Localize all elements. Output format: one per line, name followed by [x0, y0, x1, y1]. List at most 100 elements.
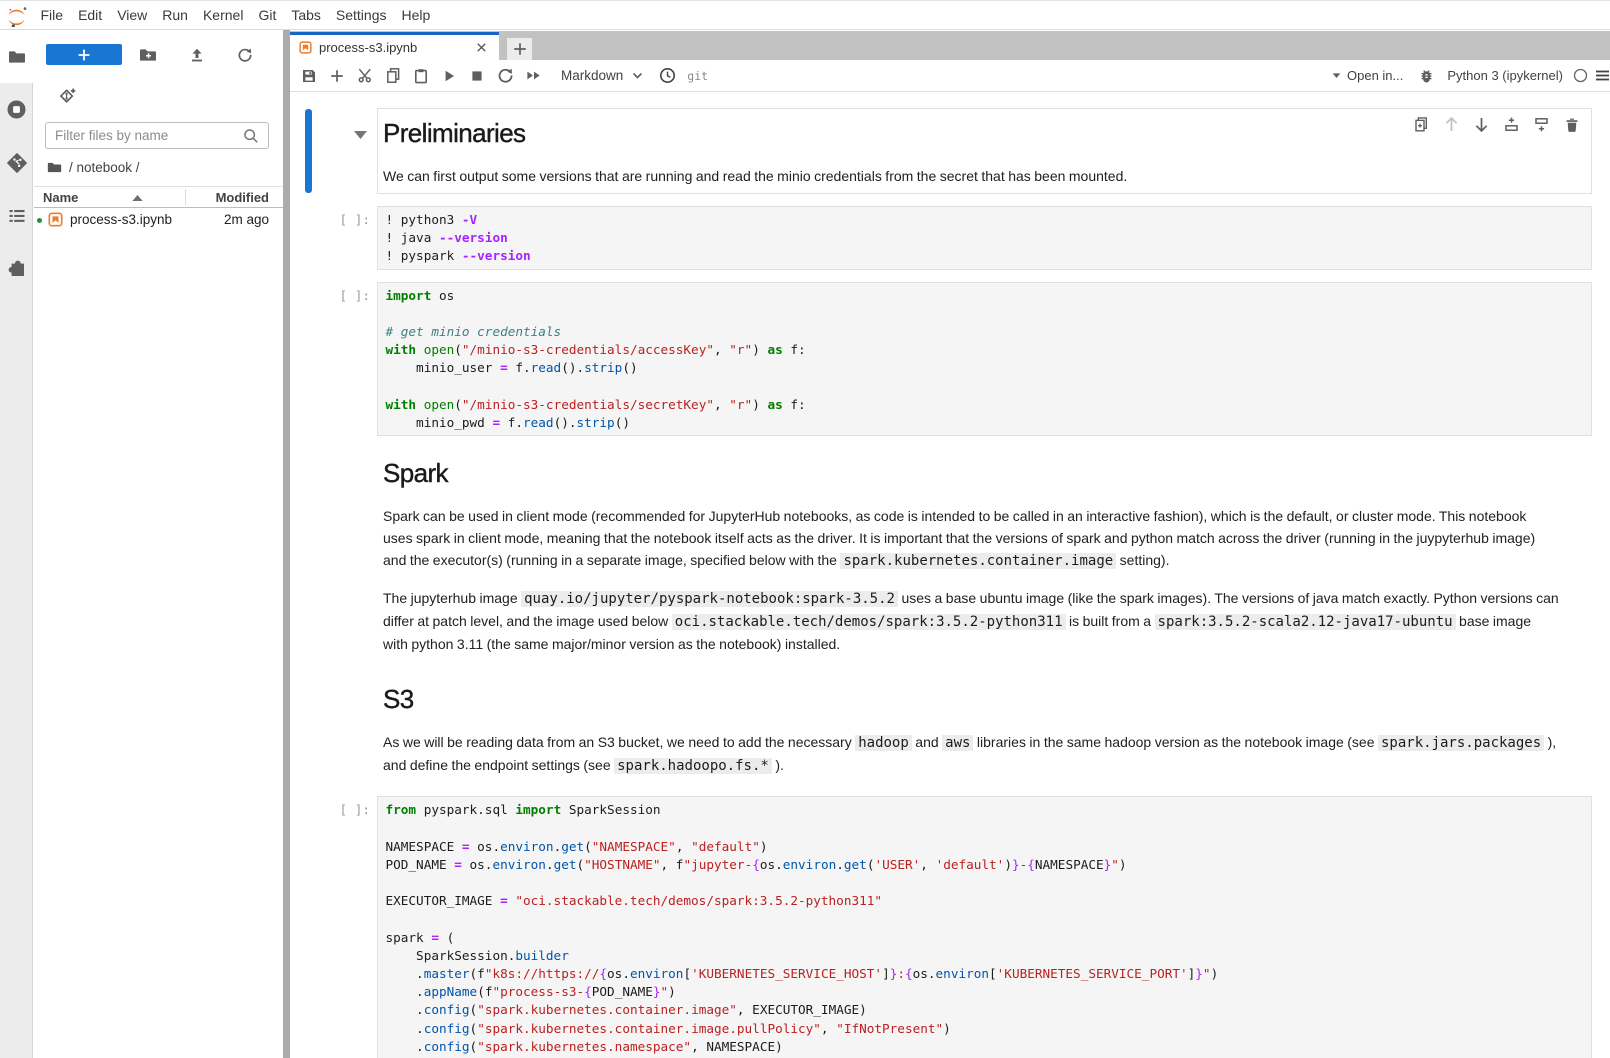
file-filter-box	[45, 122, 269, 149]
close-icon[interactable]	[475, 41, 488, 54]
new-launcher-button[interactable]	[46, 44, 122, 65]
cut-cells-button[interactable]	[351, 64, 379, 88]
new-folder-button[interactable]	[134, 45, 162, 65]
menu-item-tabs[interactable]: Tabs	[284, 1, 329, 29]
cell-prompt	[290, 108, 370, 113]
insert-below-icon	[1533, 116, 1550, 133]
chevron-down-icon	[631, 69, 644, 82]
menu-item-view[interactable]: View	[110, 1, 155, 29]
restart-icon	[497, 67, 514, 84]
code-cell-editor[interactable]: from pyspark.sql import SparkSession NAM…	[377, 796, 1592, 1058]
code-line: .appName(f"process-s3-{POD_NAME}")	[386, 983, 1592, 1001]
run-cell-button[interactable]	[435, 64, 463, 88]
git-clone-button[interactable]	[53, 86, 81, 106]
code-cell[interactable]: [ ]:from pyspark.sql import SparkSession…	[290, 796, 1610, 1058]
cell-prompt: [ ]:	[290, 206, 370, 229]
file-name: process-s3.ipynb	[70, 212, 172, 227]
run-icon	[441, 68, 457, 84]
sidebar-tab-extension-manager[interactable]	[0, 242, 33, 295]
file-modified: 2m ago	[224, 212, 269, 227]
jupyter-logo-icon	[0, 1, 33, 29]
sidebar-tab-running-terminals-and-kernels[interactable]	[0, 83, 33, 136]
sidebar-tab-git[interactable]	[0, 136, 33, 189]
code-line: ! pyspark --version	[386, 247, 1592, 265]
markdown-cell[interactable]: SparkSpark can be used in client mode (r…	[290, 448, 1610, 662]
menu-item-file[interactable]: File	[33, 1, 71, 29]
sidebar-tab-table-of-contents[interactable]	[0, 189, 33, 242]
refresh-button[interactable]	[231, 45, 259, 65]
debugger-button[interactable]	[1412, 64, 1440, 88]
menu-item-settings[interactable]: Settings	[328, 1, 394, 29]
sidebar-splitter[interactable]	[283, 30, 290, 1058]
menu-item-help[interactable]: Help	[394, 1, 438, 29]
save-button[interactable]	[295, 64, 323, 88]
menu-item-run[interactable]: Run	[155, 1, 196, 29]
kernel-name[interactable]: Python 3 (ipykernel)	[1447, 68, 1563, 83]
duplicate-cell-button[interactable]	[1413, 116, 1430, 133]
insert-cell-above-button[interactable]	[1503, 116, 1520, 133]
cell-toolbar	[1411, 115, 1582, 134]
code-line	[386, 305, 1592, 323]
markdown-cell[interactable]: S3As we will be reading data from an S3 …	[290, 674, 1610, 784]
code-line: EXECUTOR_IMAGE = "oci.stackable.tech/dem…	[386, 892, 1592, 910]
move-cell-up-button[interactable]	[1443, 116, 1460, 133]
heading-collapser-icon[interactable]	[354, 131, 367, 139]
breadcrumb[interactable]: / notebook /	[47, 158, 140, 176]
hamburger-icon	[1594, 67, 1610, 84]
column-header-modified[interactable]: Modified	[216, 190, 269, 205]
insert-above-icon	[1503, 116, 1520, 133]
restart-kernel-button[interactable]	[491, 64, 519, 88]
column-header-name[interactable]: Name	[43, 190, 78, 205]
chevron-down-icon	[1331, 70, 1342, 81]
markdown-cell-content[interactable]: S3As we will be reading data from an S3 …	[377, 674, 1592, 784]
code-line: NAMESPACE = os.environ.get("NAMESPACE", …	[386, 838, 1592, 856]
restart-and-run-all-button[interactable]	[519, 64, 547, 88]
interrupt-kernel-button[interactable]	[463, 64, 491, 88]
panel-menu-button[interactable]	[1588, 64, 1610, 88]
main-menu: FileEditViewRunKernelGitTabsSettingsHelp	[33, 1, 438, 29]
code-cell[interactable]: [ ]: ! python3 -V! java --version! pyspar…	[290, 206, 1610, 270]
cell-type-dropdown[interactable]: Markdown	[561, 68, 644, 83]
paste-cells-button[interactable]	[407, 64, 435, 88]
git-toolbar-label: git	[687, 69, 708, 83]
stop-icon	[469, 68, 485, 84]
history-button[interactable]	[653, 64, 681, 88]
code-line: .config("spark.kubernetes.container.imag…	[386, 1020, 1592, 1038]
file-row[interactable]: process-s3.ipynb 2m ago	[34, 209, 283, 232]
file-browser-toolbar	[34, 30, 283, 114]
add-tab-button[interactable]	[507, 38, 532, 60]
code-line: POD_NAME = os.environ.get("HOSTNAME", f"…	[386, 856, 1592, 874]
markdown-paragraph: The jupyterhub image quay.io/jupyter/pys…	[383, 587, 1559, 655]
bug-icon	[1419, 68, 1434, 83]
insert-cell-button[interactable]	[323, 64, 351, 88]
code-line	[386, 910, 1592, 928]
code-cell-editor[interactable]: import os # get minio credentialswith op…	[377, 282, 1592, 437]
markdown-cell-content[interactable]: SparkSpark can be used in client mode (r…	[377, 448, 1592, 662]
sidebar-tab-file-browser[interactable]	[0, 30, 34, 83]
code-cell[interactable]: [ ]: import os # get minio credentialswit…	[290, 282, 1610, 437]
tab-process-s3[interactable]: process-s3.ipynb	[290, 32, 499, 60]
fast-forward-icon	[525, 67, 542, 84]
delete-cell-button[interactable]	[1563, 116, 1580, 133]
copy-cells-button[interactable]	[379, 64, 407, 88]
file-filter-input[interactable]	[46, 128, 242, 143]
insert-cell-below-button[interactable]	[1533, 116, 1550, 133]
code-cell-editor[interactable]: ! python3 -V! java --version! pyspark --…	[377, 206, 1592, 270]
code-line: minio_pwd = f.read().strip()	[386, 414, 1592, 432]
menu-item-edit[interactable]: Edit	[71, 1, 110, 29]
menu-item-git[interactable]: Git	[251, 1, 284, 29]
markdown-heading: Spark	[383, 458, 1587, 488]
upload-button[interactable]	[183, 45, 211, 65]
markdown-cell[interactable]: PreliminariesWe can first output some ve…	[290, 108, 1610, 194]
notebook-toolbar-buttons	[290, 64, 547, 88]
code-line: SparkSession.builder	[386, 947, 1592, 965]
left-sidebar-tabs	[0, 30, 33, 1058]
kernel-idle-icon[interactable]	[1573, 68, 1588, 83]
clock-icon	[659, 67, 676, 84]
menu-item-kernel[interactable]: Kernel	[195, 1, 250, 29]
cell-type-value: Markdown	[561, 68, 623, 83]
open-in-dropdown[interactable]: Open in...	[1331, 68, 1403, 83]
markdown-cell-content[interactable]: PreliminariesWe can first output some ve…	[377, 108, 1592, 194]
move-cell-down-button[interactable]	[1473, 116, 1490, 133]
cell-prompt: [ ]:	[290, 282, 370, 305]
